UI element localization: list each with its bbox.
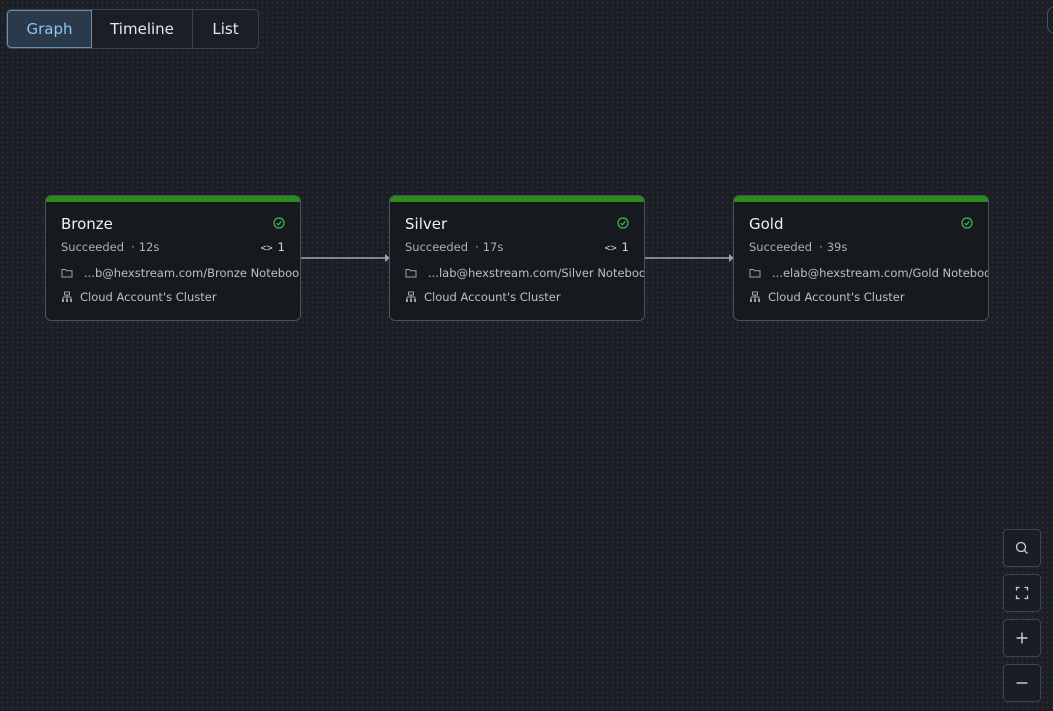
task-runs: <> 1 bbox=[261, 240, 285, 254]
check-circle-icon bbox=[273, 217, 285, 229]
check-circle-icon bbox=[961, 217, 973, 229]
status-text: Succeeded bbox=[749, 240, 813, 254]
task-card-silver[interactable]: Silver Succeeded · 17s <> 1 ...lab@hexstrea… bbox=[389, 195, 645, 321]
check-circle-icon bbox=[617, 217, 629, 229]
tab-graph[interactable]: Graph bbox=[7, 10, 92, 48]
duration-text: 17s bbox=[482, 240, 504, 254]
task-status: Succeeded · 39s bbox=[749, 240, 847, 254]
tab-timeline[interactable]: Timeline bbox=[92, 10, 193, 48]
task-card-gold[interactable]: Gold Succeeded · 39s ...elab@hexstream.com… bbox=[733, 195, 989, 321]
status-bar bbox=[734, 196, 988, 202]
task-runs: <> 1 bbox=[605, 240, 629, 254]
path-text: ...b@hexstream.com/Bronze Notebook bbox=[84, 266, 301, 280]
folder-icon bbox=[749, 269, 761, 278]
cluster-info[interactable]: Cloud Account's Cluster bbox=[405, 290, 561, 304]
canvas-controls bbox=[1003, 529, 1041, 709]
search-button[interactable] bbox=[1003, 529, 1041, 567]
tab-list[interactable]: List bbox=[193, 10, 258, 48]
edge-handle[interactable] bbox=[1047, 6, 1053, 34]
edge-bronze-silver bbox=[301, 254, 390, 262]
task-status: Succeeded · 12s bbox=[61, 240, 159, 254]
cluster-info[interactable]: Cloud Account's Cluster bbox=[749, 290, 905, 304]
cluster-icon bbox=[62, 291, 72, 302]
notebook-path[interactable]: ...lab@hexstream.com/Silver Notebook bbox=[405, 266, 645, 280]
path-text: ...lab@hexstream.com/Silver Notebook bbox=[428, 266, 645, 280]
cluster-info[interactable]: Cloud Account's Cluster bbox=[61, 290, 217, 304]
cluster-icon bbox=[406, 291, 416, 302]
cluster-icon bbox=[750, 291, 760, 302]
duration-text: 39s bbox=[826, 240, 848, 254]
separator-dot: · bbox=[819, 240, 823, 254]
status-bar bbox=[390, 196, 644, 202]
runs-count: 1 bbox=[277, 240, 285, 254]
zoom-in-button[interactable] bbox=[1003, 619, 1041, 657]
status-text: Succeeded bbox=[405, 240, 469, 254]
zoom-in-icon bbox=[1016, 632, 1028, 644]
cluster-text: Cloud Account's Cluster bbox=[768, 290, 905, 304]
notebook-path[interactable]: ...elab@hexstream.com/Gold Notebook bbox=[749, 266, 989, 280]
task-status: Succeeded · 17s bbox=[405, 240, 503, 254]
code-icon: <> bbox=[260, 243, 273, 254]
edge-silver-gold bbox=[645, 254, 734, 262]
status-bar bbox=[46, 196, 300, 202]
fit-view-button[interactable] bbox=[1003, 574, 1041, 612]
duration-text: 12s bbox=[138, 240, 160, 254]
notebook-path[interactable]: ...b@hexstream.com/Bronze Notebook bbox=[61, 266, 301, 280]
task-card-bronze[interactable]: Bronze Succeeded · 12s <> 1 ...b@hexstream.… bbox=[45, 195, 301, 321]
search-icon bbox=[1015, 541, 1028, 554]
view-toggle: Graph Timeline List bbox=[6, 9, 259, 49]
zoom-out-icon bbox=[1016, 682, 1028, 684]
path-text: ...elab@hexstream.com/Gold Notebook bbox=[772, 266, 989, 280]
fit-view-icon bbox=[1015, 586, 1029, 600]
runs-count: 1 bbox=[621, 240, 629, 254]
separator-dot: · bbox=[131, 240, 135, 254]
folder-icon bbox=[405, 269, 417, 278]
zoom-out-button[interactable] bbox=[1003, 664, 1041, 702]
cluster-text: Cloud Account's Cluster bbox=[424, 290, 561, 304]
task-title: Bronze bbox=[61, 215, 113, 233]
status-text: Succeeded bbox=[61, 240, 125, 254]
code-icon: <> bbox=[604, 243, 617, 254]
task-title: Gold bbox=[749, 215, 784, 233]
cluster-text: Cloud Account's Cluster bbox=[80, 290, 217, 304]
separator-dot: · bbox=[475, 240, 479, 254]
task-title: Silver bbox=[405, 215, 448, 233]
folder-icon bbox=[61, 269, 73, 278]
